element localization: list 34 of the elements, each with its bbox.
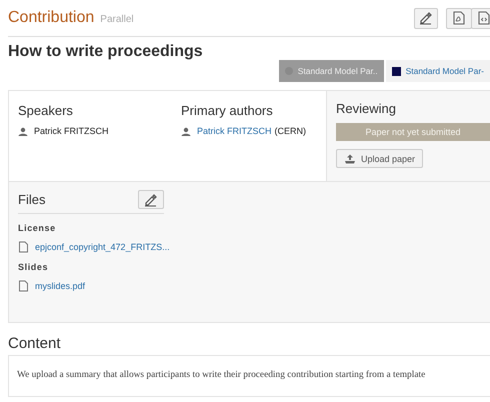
edit-button[interactable]	[138, 190, 164, 209]
person-name[interactable]: Patrick FRITZSCH	[197, 126, 272, 136]
file-link[interactable]: myslides.pdf	[35, 281, 86, 291]
affiliation: (CERN)	[274, 126, 306, 136]
person-name: Patrick FRITZSCH	[34, 126, 109, 136]
pencil-icon	[143, 192, 159, 208]
status-banner: Paper not yet submitted	[336, 123, 490, 141]
person-icon	[181, 126, 191, 136]
file-icon	[18, 280, 29, 292]
tag-label: Standard Model Par-	[406, 66, 484, 76]
session-tag[interactable]: Standard Model Par-	[386, 60, 490, 82]
section-heading: Speakers	[18, 103, 74, 118]
file-link[interactable]: epjconf_copyright_472_FRITZS...	[35, 242, 170, 252]
pencil-icon	[418, 10, 434, 26]
file-group-label: License	[18, 223, 57, 233]
edit-button[interactable]	[414, 8, 438, 28]
section-heading: Files	[18, 192, 46, 207]
section-heading: Primary authors	[181, 103, 274, 118]
content-text: We upload a summary that allows participants to write their proceeding contribution starting from a template	[17, 370, 426, 380]
page-subtitle: Parallel	[100, 14, 134, 25]
code-file-icon	[476, 10, 490, 26]
upload-icon	[344, 154, 356, 164]
pdf-file-icon	[451, 10, 467, 26]
export-button[interactable]	[471, 8, 490, 28]
section-heading: Reviewing	[336, 101, 397, 116]
file-icon	[18, 241, 29, 253]
tag-label: Standard Model Par..	[298, 66, 378, 76]
upload-button[interactable]: Upload paper	[336, 149, 424, 168]
page-title: Contribution	[8, 9, 94, 27]
person-icon	[18, 126, 28, 136]
contribution-title: How to write proceedings	[8, 43, 204, 61]
section-heading: Content	[8, 335, 62, 352]
file-group-label: Slides	[18, 262, 50, 272]
export-button[interactable]	[446, 8, 472, 28]
